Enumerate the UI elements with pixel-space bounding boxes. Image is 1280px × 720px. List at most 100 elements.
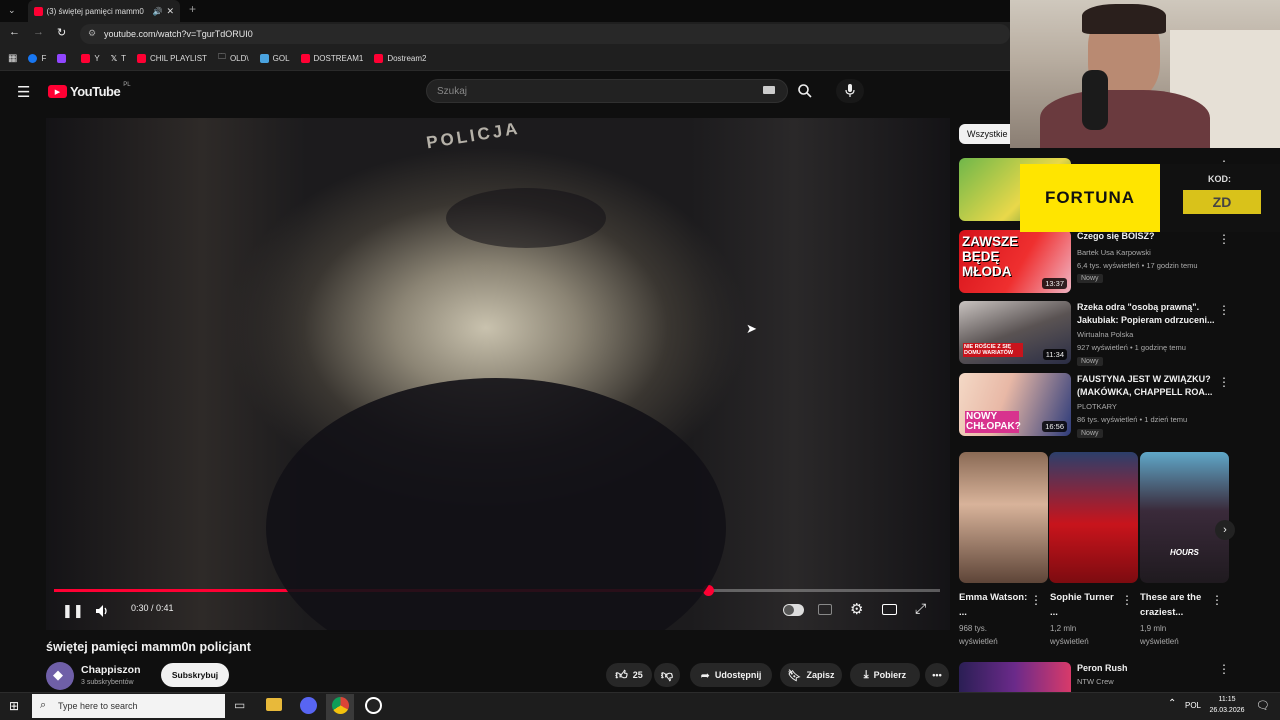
task-view-icon[interactable]: ▭ [234,698,245,712]
short-thumbnail[interactable] [1049,452,1138,583]
apps-grid-icon[interactable]: ▦ [8,53,17,64]
duration-badge: 13:37 [1042,278,1067,289]
volume-icon[interactable] [94,603,110,619]
browser-tab-active[interactable]: (3) świętej pamięci mamm0 🔊 ✕ [28,0,180,22]
time-display: 0:30 / 0:41 [131,603,174,613]
url-text: youtube.com/watch?v=TgurTdORUI0 [104,29,253,39]
bookmark-twitch[interactable] [57,53,70,63]
obs-icon[interactable] [365,697,382,714]
folder-icon: 🗀 [217,52,226,61]
bookmark-gol[interactable]: GOL [259,53,290,63]
recommendation-channel: Wirtualna Polska [1077,330,1134,339]
settings-gear-icon[interactable]: ⚙ [850,600,863,618]
more-options-icon[interactable]: ⋮ [1218,303,1230,317]
taskbar-search-input[interactable]: ⌕ Type here to search [32,694,225,718]
search-input[interactable]: Szukaj [426,79,788,103]
mouse-cursor-icon: ➤ [746,321,757,336]
subtitles-icon[interactable] [818,604,832,615]
bookmark-folder-old[interactable]: 🗀 OLD\ [218,51,249,65]
new-badge: Nowy [1077,429,1103,438]
save-button[interactable]: 🔖︎ Zapisz [780,663,842,687]
tray-chevron-icon[interactable]: ⌃ [1168,698,1176,709]
subscribe-button[interactable]: Subskrybuj [161,663,229,687]
short-thumbnail[interactable]: HOURS [1140,452,1229,583]
short-more-icon[interactable]: ⋮ [1121,593,1133,607]
voice-search-button[interactable] [836,79,864,103]
file-explorer-icon[interactable] [266,698,282,711]
more-options-icon[interactable]: ⋮ [1218,375,1230,389]
more-options-icon[interactable]: ⋮ [1218,232,1230,246]
download-button[interactable]: ⤓ Pobierz [850,663,920,687]
bookmark-x[interactable]: 𝕏T [111,54,126,63]
search-button[interactable] [790,79,820,103]
recommendation-meta: 6,4 tys. wyświetleń • 17 godzin temu [1077,261,1198,270]
share-button[interactable]: ➦ Udostępnij [690,663,772,687]
list-item[interactable]: NOWY CHŁOPAK? 16:56 FAUSTYNA JEST W ZWIĄ… [959,373,1269,438]
short-views: 968 tys. wyświetleń [959,624,998,646]
channel-avatar[interactable]: ◆ [46,662,74,690]
duration-badge: 16:56 [1042,421,1067,432]
recommendation-channel: Bartek Usa Karpowski [1077,248,1151,257]
pause-icon[interactable]: ❚❚ [62,603,84,619]
video-dark-patch [446,188,606,248]
recommendation-title: Peron Rush [1077,663,1128,673]
like-button[interactable]: 👍︎ 25 [606,663,652,687]
short-more-icon[interactable]: ⋮ [1030,593,1042,607]
reload-icon[interactable]: ↻ [57,26,66,39]
video-watermark: POLICJA [425,118,522,153]
sponsor-code-value: ZD [1183,190,1261,214]
short-thumbnail[interactable] [959,452,1048,583]
video-dark-figure [266,378,726,630]
bookmark-dostream1[interactable]: DOSTREAM1 [300,53,363,63]
share-arrow-icon: ➦ [700,669,710,682]
video-player[interactable]: POLICJA ➤ [46,118,950,630]
taskbar-search-placeholder: Type here to search [58,701,138,711]
short-thumbnail-text: HOURS [1170,548,1199,557]
site-info-icon[interactable]: ⚙ [88,28,96,39]
x-logo-icon: 𝕏 [110,53,118,63]
notification-icon[interactable]: 🗨︎ [1256,699,1270,712]
bookmark-dostream2[interactable]: Dostream2 [374,53,426,63]
back-arrow-icon[interactable]: ← [9,26,20,38]
url-bar[interactable]: ⚙ youtube.com/watch?v=TgurTdORUI0 [80,24,1010,44]
youtube-logo[interactable]: ▶ YouTube PL [48,81,131,99]
bookmark-chil-playlist[interactable]: CHIL PLAYLIST [137,53,207,63]
new-tab-icon[interactable]: + [189,2,196,16]
list-item[interactable]: NIE ROŚCIE Z SIĘ DOMU WARIATÓW 11:34 Rze… [959,301,1269,366]
shorts-next-arrow-icon[interactable]: › [1215,520,1235,540]
more-actions-button[interactable]: ••• [925,663,949,687]
tab-list-chevron-icon[interactable]: ⌄ [8,5,16,16]
dislike-button[interactable]: 👎︎ [654,663,680,687]
speaker-icon[interactable]: 🔊 [152,7,162,16]
hamburger-menu-icon[interactable]: ☰ [17,83,30,101]
channel-name[interactable]: Chappiszon [81,664,141,676]
list-item[interactable]: Peron Rush NTW Crew ⋮ [959,662,1269,692]
filter-chip-all[interactable]: Wszystkie [959,124,1017,144]
bookmark-facebook[interactable]: F [28,53,46,63]
search-icon: ⌕ [40,699,47,711]
tab-title: (3) świętej pamięci mamm0 [46,6,144,16]
new-badge: Nowy [1077,274,1103,283]
keyboard-icon[interactable] [763,86,775,94]
autoplay-toggle[interactable] [783,604,804,616]
forward-arrow-icon[interactable]: → [33,26,44,38]
close-tab-icon[interactable]: ✕ [166,6,174,17]
search-icon [798,84,812,98]
discord-icon[interactable] [300,697,317,714]
recommendation-meta: 927 wyświetleń • 1 godzinę temu [1077,343,1186,352]
taskbar-clock[interactable]: 11:15 26.03.2026 [1207,694,1247,716]
chrome-icon[interactable] [332,697,349,714]
youtube-logo-text: YouTube [70,84,121,99]
save-label: Zapisz [806,670,835,680]
miniplayer-icon[interactable] [882,604,897,615]
fullscreen-icon[interactable]: ⤢ [915,600,926,617]
short-more-icon[interactable]: ⋮ [1211,593,1223,607]
list-item[interactable]: ZAWSZE BĘDĘ MŁODA 13:37 Czego się BOISZ?… [959,230,1269,294]
bookmark-youtube[interactable]: Y [81,53,100,63]
input-language[interactable]: POL [1185,701,1201,710]
video-thumbnail: ZAWSZE BĘDĘ MŁODA 13:37 [959,230,1071,293]
windows-start-icon[interactable]: ⊞ [9,699,19,713]
region-code: PL [123,81,131,88]
thumbnail-text: NIE ROŚCIE Z SIĘ DOMU WARIATÓW [963,343,1023,357]
more-options-icon[interactable]: ⋮ [1218,662,1230,676]
